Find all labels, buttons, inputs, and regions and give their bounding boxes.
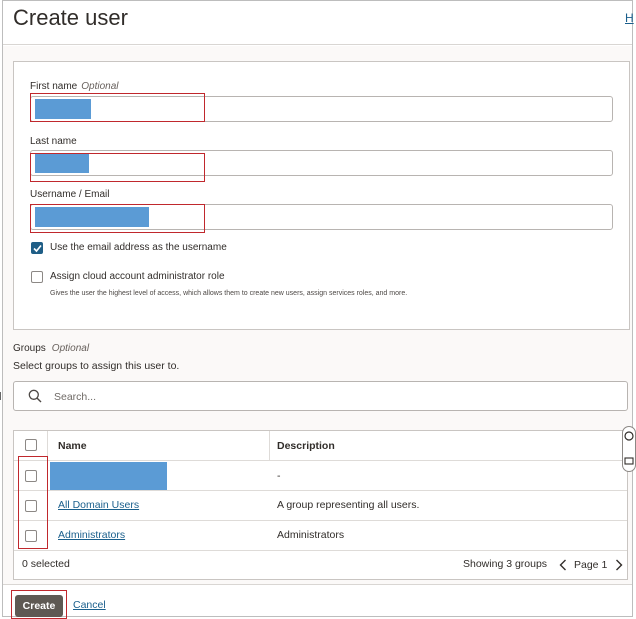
dialog-footer: Create Cancel <box>3 584 632 619</box>
row-checkbox[interactable] <box>25 530 37 542</box>
help-link[interactable]: H <box>625 11 634 25</box>
username-label: Username / Email <box>30 189 110 200</box>
dialog-header: Create user H <box>3 1 634 45</box>
checkmark-icon <box>33 244 42 253</box>
groups-title: Groups Optional <box>13 343 89 354</box>
redacted-value <box>35 153 89 173</box>
search-icon <box>28 389 42 403</box>
redacted-value <box>35 99 91 119</box>
first-name-field[interactable] <box>30 96 613 122</box>
cancel-link[interactable]: Cancel <box>73 599 106 611</box>
table-row[interactable]: All Domain Users A group representing al… <box>14 491 627 521</box>
column-header-description[interactable]: Description <box>277 440 335 452</box>
use-email-checkbox[interactable] <box>31 242 43 254</box>
groups-table: Name Description - All Domain Users A gr… <box>13 430 628 580</box>
row-checkbox[interactable] <box>25 500 37 512</box>
group-description: - <box>277 470 281 482</box>
group-description: Administrators <box>277 529 345 541</box>
table-row[interactable]: - <box>14 461 627 491</box>
optional-tag: Optional <box>81 81 119 92</box>
group-search-input[interactable]: Search... <box>13 381 628 411</box>
admin-role-label: Assign cloud account administrator role <box>50 271 225 282</box>
use-email-label: Use the email address as the username <box>50 242 227 253</box>
admin-role-checkbox[interactable] <box>31 271 43 283</box>
dialog-body: First name Optional Last name Username / … <box>3 46 632 584</box>
chevron-right-icon[interactable] <box>615 559 623 571</box>
feedback-icon <box>624 457 634 465</box>
username-field[interactable] <box>30 204 613 230</box>
last-name-label: Last name <box>30 136 77 147</box>
optional-tag: Optional <box>51 343 90 354</box>
last-name-field[interactable] <box>30 150 613 176</box>
selected-count: 0 selected <box>22 558 70 570</box>
first-name-label: First name Optional <box>30 81 118 92</box>
redacted-value <box>35 207 149 227</box>
showing-count: Showing 3 groups <box>463 558 548 570</box>
chevron-left-icon[interactable] <box>559 559 567 571</box>
page-indicator: Page 1 <box>574 559 608 571</box>
group-name-link[interactable]: All Domain Users <box>58 499 139 511</box>
help-circle-icon <box>624 431 634 441</box>
group-name-link[interactable]: Administrators <box>58 529 125 541</box>
column-divider <box>47 431 48 461</box>
dialog-frame: Create user H First name Optional Last na… <box>2 0 636 619</box>
edge-marker <box>0 392 2 400</box>
column-header-name[interactable]: Name <box>58 440 87 452</box>
create-button[interactable]: Create <box>15 595 63 617</box>
user-details-card: First name Optional Last name Username / … <box>13 61 630 330</box>
redacted-group-name <box>50 462 167 490</box>
page-title: Create user <box>13 5 128 30</box>
side-panel-handle[interactable] <box>622 426 636 472</box>
first-name-label-text: First name <box>30 81 78 92</box>
select-all-checkbox[interactable] <box>25 439 37 451</box>
table-row[interactable]: Administrators Administrators <box>14 521 627 551</box>
groups-title-text: Groups <box>13 343 46 354</box>
search-placeholder: Search... <box>54 391 97 403</box>
row-checkbox[interactable] <box>25 470 37 482</box>
groups-help: Select groups to assign this user to. <box>13 360 180 372</box>
column-divider <box>269 431 270 461</box>
table-header: Name Description <box>14 431 627 461</box>
table-footer: 0 selected Showing 3 groups Page 1 <box>14 551 627 579</box>
admin-role-help: Gives the user the highest level of acce… <box>50 290 408 297</box>
group-description: A group representing all users. <box>277 499 420 511</box>
